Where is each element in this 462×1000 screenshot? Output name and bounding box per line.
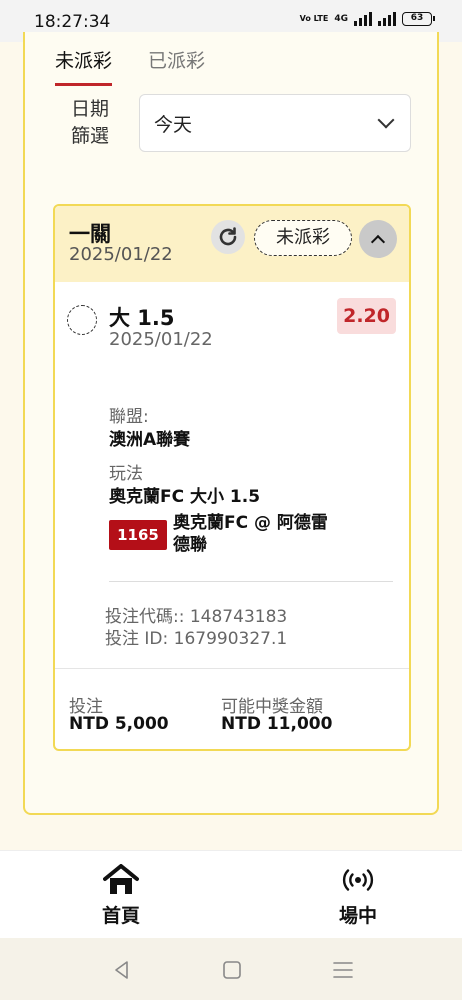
live-broadcast-icon	[318, 863, 398, 897]
divider	[109, 581, 393, 582]
date-filter-label: 日期篩選	[70, 98, 109, 147]
bet-card: 一關 2025/01/22 未派彩 大 1.5 2025/01/22 2.20 …	[53, 204, 411, 751]
chevron-down-icon	[377, 111, 395, 129]
chevron-up-icon	[370, 234, 386, 249]
selection-radio[interactable]	[67, 305, 97, 335]
nav-live-label: 場中	[338, 905, 377, 927]
stake-value: NTD 5,000	[69, 714, 169, 734]
date-filter-value: 今天	[154, 113, 193, 136]
footer-divider	[55, 668, 409, 669]
selection-date: 2025/01/22	[109, 329, 213, 350]
event-id-badge: 1165	[109, 520, 167, 550]
bottom-nav: 首頁 場中	[0, 850, 462, 938]
signal-icon-secondary	[378, 12, 396, 26]
nav-home[interactable]: 首頁	[81, 863, 161, 928]
bet-date: 2025/01/22	[69, 244, 173, 265]
tab-settled[interactable]: 已派彩	[148, 46, 205, 86]
status-icons: Vo LTE 4G 63	[299, 12, 435, 26]
event-name: 奧克蘭FC @ 阿德雷德聯	[173, 513, 328, 555]
market-label: 玩法	[109, 464, 143, 484]
league-value: 澳洲A聯賽	[109, 430, 191, 450]
battery-level: 63	[410, 13, 424, 23]
system-nav-bar	[0, 938, 462, 1000]
refresh-icon	[219, 227, 237, 246]
nav-home-label: 首頁	[101, 905, 140, 927]
bet-status-tabs: 未派彩 已派彩	[55, 46, 205, 86]
league-label: 聯盟:	[109, 407, 149, 427]
market-value: 奧克蘭FC 大小 1.5	[109, 487, 261, 507]
bets-panel: 未派彩 已派彩 日期篩選 今天 一關 2025/01/22 未派彩 大 1.5 …	[23, 32, 439, 815]
bet-id: 投注 ID: 167990327.1	[105, 629, 288, 649]
back-icon[interactable]	[110, 958, 134, 982]
tab-unsettled[interactable]: 未派彩	[55, 46, 113, 86]
odds-badge: 2.20	[337, 298, 396, 334]
refresh-button[interactable]	[211, 220, 245, 254]
selection-name: 大 1.5	[109, 306, 175, 330]
date-filter-select[interactable]: 今天	[139, 94, 411, 152]
battery-icon: 63	[402, 12, 435, 26]
bet-card-header: 一關 2025/01/22 未派彩	[55, 206, 409, 282]
home-button-icon[interactable]	[220, 958, 244, 982]
network-type: 4G	[334, 14, 348, 24]
payout-value: NTD 11,000	[221, 714, 333, 734]
home-icon	[81, 863, 161, 897]
status-badge: 未派彩	[254, 220, 352, 256]
collapse-button[interactable]	[359, 220, 397, 258]
status-time: 18:27:34	[34, 12, 111, 32]
nav-live[interactable]: 場中	[318, 863, 398, 928]
recents-icon[interactable]	[331, 958, 355, 982]
volte-indicator: Vo LTE	[299, 14, 329, 23]
signal-icon	[354, 12, 372, 26]
